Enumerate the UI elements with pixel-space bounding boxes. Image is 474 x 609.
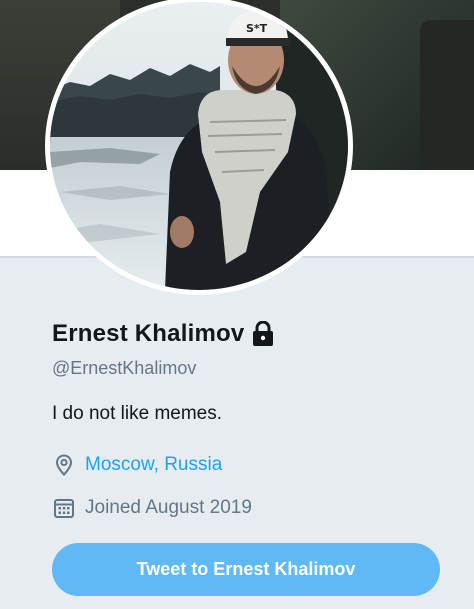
profile-handle: @ErnestKhalimov (52, 358, 197, 378)
joined-row: Joined August 2019 (52, 496, 252, 520)
profile-bio: I do not like memes. (52, 403, 223, 424)
cap-text: S*T (246, 22, 268, 35)
tweet-to-button[interactable]: Tweet to Ernest Khalimov (52, 543, 440, 596)
display-name[interactable]: Ernest Khalimov (52, 320, 244, 348)
location-link[interactable]: Moscow, Russia (85, 454, 222, 476)
avatar-photo: S*T (50, 2, 348, 290)
banner-shade-edge (420, 20, 474, 170)
profile-avatar[interactable]: S*T (45, 0, 353, 295)
lock-icon (251, 320, 275, 347)
joined-date: Joined August 2019 (85, 497, 252, 518)
location-row: Moscow, Russia (52, 453, 222, 477)
location-pin-icon (52, 453, 76, 477)
profile-page: S*T Ernest Khalimov @ErnestKhalimov I do… (0, 0, 474, 609)
calendar-icon (52, 496, 76, 520)
name-row: Ernest Khalimov (52, 316, 275, 352)
